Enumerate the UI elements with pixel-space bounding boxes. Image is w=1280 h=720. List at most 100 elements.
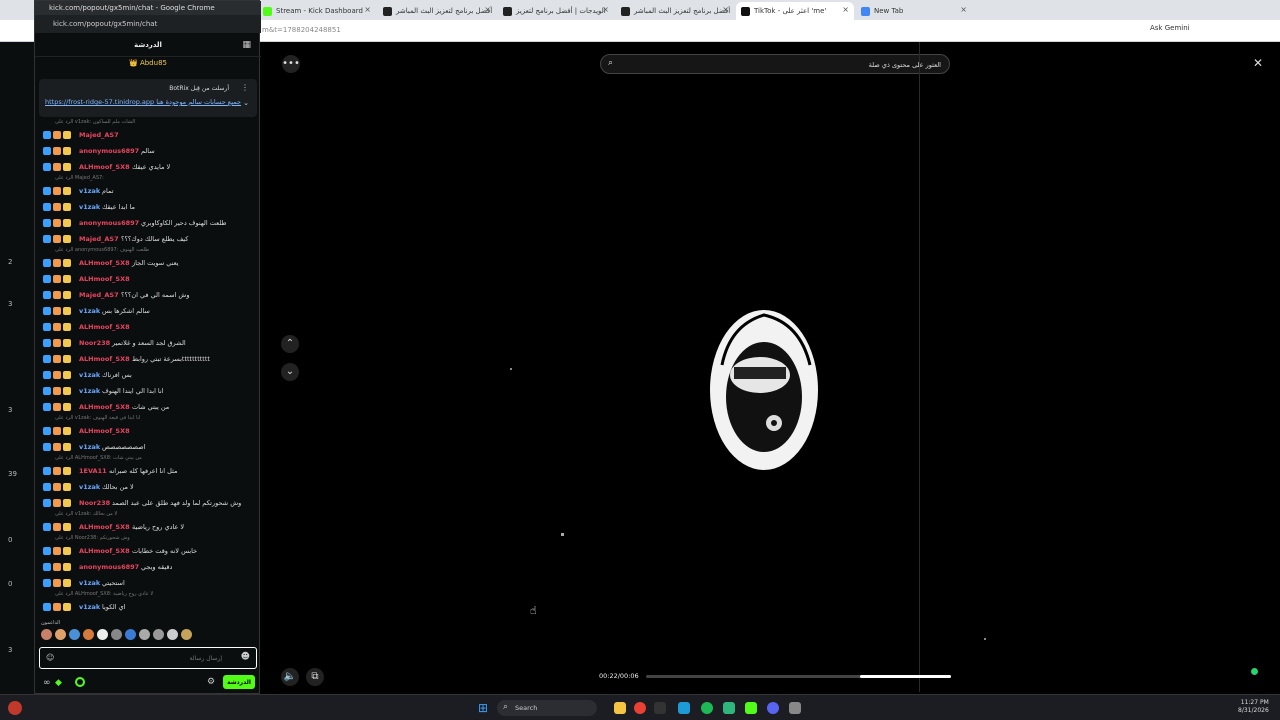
chat-settings-icon[interactable]: ▦ — [242, 40, 251, 50]
chat-message[interactable]: ALHmoof_SX8 لا عادي روح رياضية — [35, 519, 261, 535]
emote-icon[interactable] — [167, 629, 178, 640]
smiley-icon[interactable]: ☻ — [241, 652, 250, 662]
video-frame[interactable] — [700, 305, 830, 480]
chat-username[interactable]: v1zak — [79, 387, 100, 395]
tiktok-search-input[interactable] — [625, 59, 941, 71]
chat-message[interactable]: Noor238 وش شحورتكم لما ولد فهد طلق على عب… — [35, 495, 261, 511]
chat-message[interactable]: Majed_AS7 وش اسمه الي في ان؟؟؟ — [35, 287, 261, 303]
chat-username[interactable]: v1zak — [79, 603, 100, 611]
chat-username[interactable]: ALHmoof_SX8 — [79, 355, 130, 363]
pinned-link[interactable]: https://frost-ridge-57.tinidrop.app جميع… — [45, 98, 245, 106]
close-icon[interactable]: ✕ — [1253, 56, 1263, 70]
chevron-up-icon[interactable]: ⌃ — [281, 335, 299, 353]
chat-username[interactable]: Noor238 — [79, 339, 110, 347]
browser-tab[interactable]: Stream - Kick Dashboard × — [258, 2, 376, 20]
chat-username[interactable]: 1EVA11 — [79, 467, 107, 475]
chat-message[interactable]: v1zak سالم اشكرها بس — [35, 303, 261, 319]
emote-icon[interactable] — [111, 629, 122, 640]
emote-icon[interactable] — [55, 629, 66, 640]
chat-input-field[interactable]: ☺ ☻ — [39, 647, 257, 669]
file-explorer-icon[interactable] — [614, 702, 626, 714]
chat-message[interactable]: ALHmoof_SX8 لا مايدي عيقك — [35, 159, 261, 175]
pinned-menu-icon[interactable]: ⋮ — [241, 83, 249, 92]
video-progress[interactable] — [646, 675, 951, 678]
chrome-icon[interactable] — [634, 702, 646, 714]
browser-tab[interactable]: الويدجات | أفضل برنامج لتعزيز × — [498, 2, 614, 20]
chat-username[interactable]: v1zak — [79, 371, 100, 379]
tab-close-icon[interactable]: × — [722, 5, 729, 14]
chat-message[interactable]: 1EVA11 مثل انا اعرفها كله صبرانه — [35, 463, 261, 479]
emote-icon[interactable] — [69, 629, 80, 640]
tab-close-icon[interactable]: × — [364, 5, 371, 14]
tab-close-icon[interactable]: × — [960, 5, 967, 14]
emote-icon[interactable] — [181, 629, 192, 640]
pip-icon[interactable]: ⧉ — [306, 668, 324, 686]
chat-message[interactable]: ALHmoof_SX8 يعني سويت الجاز — [35, 255, 261, 271]
chat-message[interactable]: ALHmoof_SX8 خابس لانه وقت خطابات — [35, 543, 261, 559]
chat-message[interactable]: Majed_AS7 كيف يطلع سالك دوك؟؟؟ — [35, 231, 261, 247]
chat-message[interactable]: v1zak لا من بحالك — [35, 479, 261, 495]
chat-username[interactable]: Majed_AS7 — [79, 291, 119, 299]
spotify-icon[interactable] — [701, 702, 713, 714]
chat-message[interactable]: Noor238 الشرق لجد السعد و غلاتمير — [35, 335, 261, 351]
kick-icon[interactable]: ◆ — [55, 678, 62, 688]
taskbar-clock[interactable]: 11:27 PM 8/31/2026 — [1238, 699, 1269, 715]
chat-message-list[interactable]: الرد على v1zak: الشات ملم للساكون Majed_A… — [35, 119, 261, 614]
chat-message[interactable]: v1zak اي الكويا — [35, 599, 261, 614]
send-button[interactable]: الدردشة — [223, 675, 255, 689]
app-b-icon[interactable] — [678, 702, 690, 714]
chat-username[interactable]: ALHmoof_SX8 — [79, 403, 130, 411]
chat-username[interactable]: Majed_AS7 — [79, 131, 119, 139]
chat-username[interactable]: ALHmoof_SX8 — [79, 323, 130, 331]
browser-tab[interactable]: أفضل برنامج لتعزيز البث المباشر × — [616, 2, 734, 20]
chat-message[interactable]: v1zak بس افرناك — [35, 367, 261, 383]
chat-username[interactable]: anonymous6897 — [79, 563, 139, 571]
taskbar-search[interactable]: ⌕ Search — [497, 700, 597, 716]
emote-icon[interactable] — [125, 629, 136, 640]
ask-gemini-button[interactable]: Ask Gemini — [1150, 24, 1190, 32]
chat-username[interactable]: ALHmoof_SX8 — [79, 259, 130, 267]
emote-row[interactable] — [41, 629, 221, 641]
chat-username[interactable]: v1zak — [79, 203, 100, 211]
chat-message[interactable]: anonymous6897 سالم — [35, 143, 261, 159]
chat-message[interactable]: v1zak استحيتي — [35, 575, 261, 591]
chat-message[interactable]: ALHmoof_SX8 من يبتي شات — [35, 399, 261, 415]
chevron-down-icon[interactable]: ⌄ — [243, 99, 249, 107]
browser-tab[interactable]: أفضل برنامج لتعزيز البث المباشر × — [378, 2, 496, 20]
chat-username[interactable]: ALHmoof_SX8 — [79, 547, 130, 555]
chat-username[interactable]: ALHmoof_SX8 — [79, 523, 130, 531]
app-a-icon[interactable] — [654, 702, 666, 714]
chat-message[interactable]: anonymous6897 طلعت الهنوف دحير الكاوكاوبر… — [35, 215, 261, 231]
chevron-down-icon[interactable]: ⌄ — [281, 363, 299, 381]
chat-username[interactable]: v1zak — [79, 187, 100, 195]
app-c-icon[interactable] — [723, 702, 735, 714]
emote-icon[interactable] — [139, 629, 150, 640]
app-icon[interactable] — [8, 701, 22, 715]
points-icon[interactable] — [75, 677, 85, 687]
address-url[interactable]: m&t=1788204248851 — [262, 26, 341, 34]
emote-icon[interactable] — [41, 629, 52, 640]
pinned-message[interactable]: BotRix أرسلت من قِبل ⋮ https://frost-rid… — [39, 79, 257, 117]
discord-icon[interactable] — [767, 702, 779, 714]
emoji-icon[interactable]: ☺ — [46, 653, 54, 662]
browser-tab[interactable]: New Tab × — [856, 2, 972, 20]
chat-message[interactable]: v1zak تمام — [35, 183, 261, 199]
chat-username[interactable]: anonymous6897 — [79, 219, 139, 227]
pinned-user[interactable]: 👑 Abdu85 — [35, 59, 261, 73]
chat-username[interactable]: anonymous6897 — [79, 147, 139, 155]
chat-username[interactable]: Majed_AS7 — [79, 235, 119, 243]
chat-message[interactable]: v1zak اصصصصصصص — [35, 439, 261, 455]
infinity-icon[interactable]: ∞ — [43, 678, 51, 688]
chat-username[interactable]: v1zak — [79, 443, 100, 451]
chat-message[interactable]: v1zak ما ابدا عيقك — [35, 199, 261, 215]
chat-message[interactable]: Majed_AS7 — [35, 127, 261, 143]
chat-username[interactable]: ALHmoof_SX8 — [79, 275, 130, 283]
chat-username[interactable]: v1zak — [79, 307, 100, 315]
chat-username[interactable]: ALHmoof_SX8 — [79, 163, 130, 171]
chat-message[interactable]: v1zak انا ابدا الي ايندا الهنوف — [35, 383, 261, 399]
tab-close-icon[interactable]: × — [602, 5, 609, 14]
chat-username[interactable]: ALHmoof_SX8 — [79, 427, 130, 435]
kick-app-icon[interactable] — [745, 702, 757, 714]
tab-close-icon[interactable]: × — [842, 5, 849, 14]
chat-username[interactable]: Noor238 — [79, 499, 110, 507]
